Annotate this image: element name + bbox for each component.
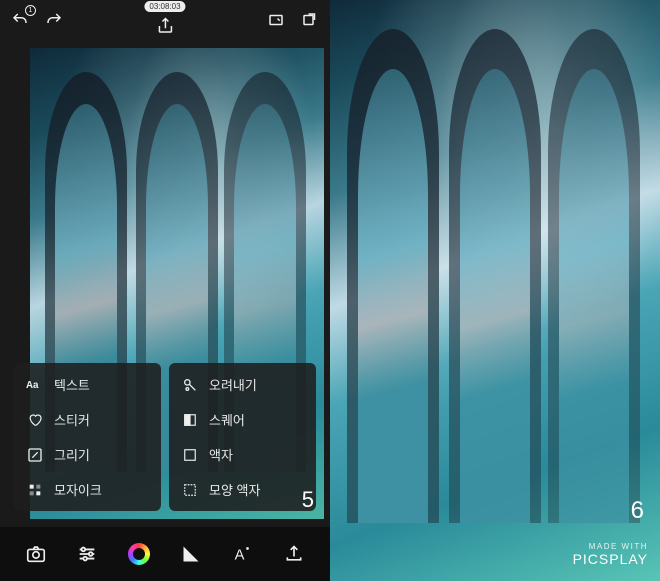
menu-frame[interactable]: 액자	[169, 437, 316, 472]
tools-popup: Aa 텍스트 스티커 그리기 모자이크	[14, 363, 316, 511]
slide-number-left: 5	[302, 487, 314, 513]
menu-sticker[interactable]: 스티커	[14, 402, 161, 437]
menu-label: 그리기	[54, 445, 90, 464]
popup-column-left: Aa 텍스트 스티커 그리기 모자이크	[14, 363, 161, 511]
undo-count-badge: 1	[25, 5, 36, 16]
color-filter-button[interactable]	[123, 538, 155, 570]
svg-text:A: A	[235, 548, 245, 564]
pencil-icon	[26, 446, 44, 464]
menu-label: 스티커	[54, 410, 90, 429]
menu-label: 모양 액자	[209, 480, 260, 499]
camera-button[interactable]	[20, 538, 52, 570]
vignette-button[interactable]	[175, 538, 207, 570]
svg-text:Aa: Aa	[26, 380, 39, 391]
slide-number-right: 6	[631, 497, 644, 525]
watermark-line2: PICSPLAY	[573, 551, 648, 567]
expand-button[interactable]	[300, 10, 320, 30]
menu-cutout[interactable]: 오려내기	[169, 367, 316, 402]
menu-mosaic[interactable]: 모자이크	[14, 472, 161, 507]
redo-button[interactable]	[44, 10, 64, 30]
menu-square[interactable]: 스퀘어	[169, 402, 316, 437]
frame-icon	[181, 446, 199, 464]
crop-icon	[181, 376, 199, 394]
top-bar: 1 03:08:03	[0, 0, 330, 40]
editor-panel: 1 03:08:03	[0, 0, 330, 581]
shape-frame-icon	[181, 481, 199, 499]
color-ring-icon	[128, 543, 150, 565]
menu-label: 오려내기	[209, 375, 257, 394]
text-aa-icon: Aa	[26, 376, 44, 394]
adjust-button[interactable]	[71, 538, 103, 570]
watermark-line1: MADE WITH	[573, 542, 648, 551]
menu-label: 스퀘어	[209, 410, 245, 429]
menu-label: 텍스트	[54, 375, 90, 394]
menu-draw[interactable]: 그리기	[14, 437, 161, 472]
compare-button[interactable]	[266, 10, 286, 30]
share-button[interactable]	[155, 16, 175, 36]
menu-shape-frame[interactable]: 모양 액자	[169, 472, 316, 507]
menu-label: 모자이크	[54, 480, 102, 499]
bottom-toolbar: A	[0, 527, 330, 581]
heart-icon	[26, 411, 44, 429]
result-panel: 6 MADE WITH PICSPLAY	[330, 0, 660, 581]
menu-text[interactable]: Aa 텍스트	[14, 367, 161, 402]
square-half-icon	[181, 411, 199, 429]
popup-column-right: 오려내기 스퀘어 액자 모양 액자	[169, 363, 316, 511]
result-image	[330, 0, 660, 581]
menu-label: 액자	[209, 445, 233, 464]
watermark: MADE WITH PICSPLAY	[573, 542, 648, 567]
text-tool-button[interactable]: A	[226, 538, 258, 570]
mosaic-icon	[26, 481, 44, 499]
export-button[interactable]	[278, 538, 310, 570]
undo-button[interactable]: 1	[10, 10, 30, 30]
timer-badge: 03:08:03	[144, 1, 185, 12]
